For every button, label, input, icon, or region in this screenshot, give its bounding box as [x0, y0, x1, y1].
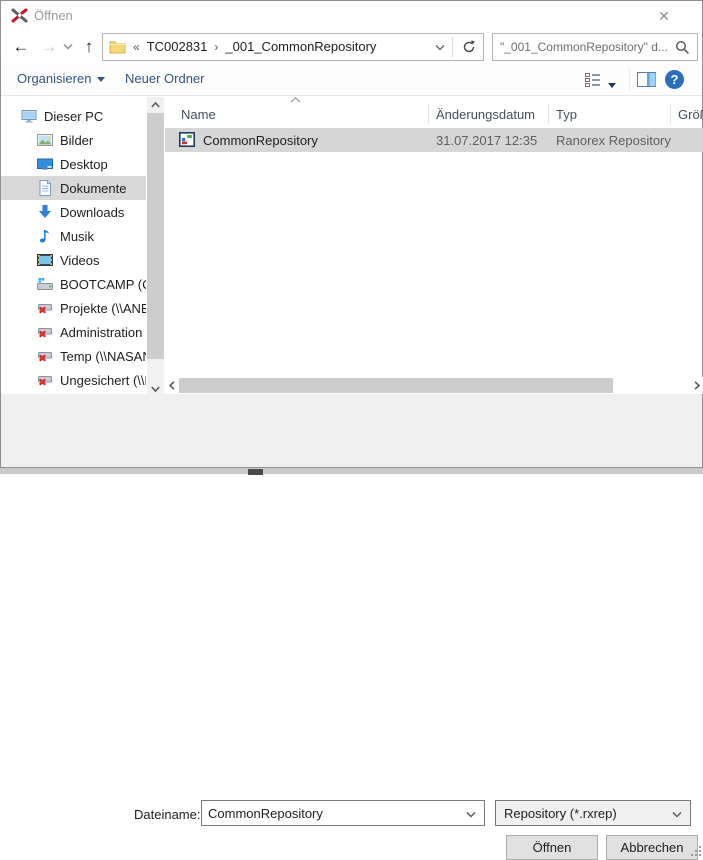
column-separator[interactable] — [670, 104, 671, 124]
sidebar-item-ungesichert[interactable]: Ungesichert (\\N — [1, 368, 146, 392]
open-file-dialog: Öffnen ✕ ← → ↑ « TC002831 › _001_CommonR… — [0, 0, 703, 467]
breadcrumb-guillemet[interactable]: « — [133, 40, 140, 54]
sidebar-item-bootcamp[interactable]: BOOTCAMP (C:) — [1, 272, 146, 296]
search-box — [492, 33, 698, 61]
sidebar-item-musik[interactable]: Musik — [1, 224, 146, 248]
title-bar: Öffnen ✕ — [1, 1, 702, 30]
network-drive-error-icon — [37, 324, 53, 340]
network-drive-error-icon — [37, 372, 53, 388]
organize-button[interactable]: Organisieren — [17, 71, 105, 86]
up-button[interactable]: ↑ — [77, 34, 101, 60]
view-mode-caret-icon[interactable] — [608, 77, 616, 92]
dialog-footer: Dateiname: Repository (*.rxrep) Öffnen A… — [1, 394, 702, 467]
column-separator[interactable] — [428, 104, 429, 124]
sidebar-item-desktop[interactable]: Desktop — [1, 152, 146, 176]
search-input[interactable] — [500, 35, 668, 59]
recent-locations-chevron-icon[interactable] — [63, 43, 73, 50]
toolbar-separator — [629, 68, 630, 91]
breadcrumb-folder2[interactable]: _001_CommonRepository — [225, 39, 376, 54]
scrollbar-thumb[interactable] — [179, 378, 613, 393]
pc-icon — [21, 108, 37, 124]
column-separator[interactable] — [548, 104, 549, 124]
sidebar-item-administration[interactable]: Administration ( — [1, 320, 146, 344]
command-toolbar: Organisieren Neuer Ordner ? — [1, 63, 702, 96]
network-drive-error-icon — [37, 348, 53, 364]
scrollbar-thumb[interactable] — [147, 113, 164, 359]
scroll-up-icon[interactable] — [147, 97, 164, 113]
file-row-commonrepository[interactable]: CommonRepository 31.07.2017 12:35 Ranore… — [165, 128, 703, 152]
sidebar-item-dieser-pc[interactable]: Dieser PC — [1, 104, 146, 128]
network-drive-error-icon — [37, 300, 53, 316]
sidebar-item-temp[interactable]: Temp (\\NASAN — [1, 344, 146, 368]
background-window-edge — [0, 467, 703, 474]
search-icon[interactable] — [675, 40, 690, 55]
sidebar-item-dokumente[interactable]: Dokumente — [1, 176, 146, 200]
breadcrumb-folder1[interactable]: TC002831 — [147, 39, 208, 54]
music-icon — [37, 228, 53, 244]
open-button[interactable]: Öffnen — [506, 835, 598, 860]
column-header-size[interactable]: Größe — [678, 101, 703, 128]
filetype-chevron-icon — [672, 811, 682, 818]
column-header-type[interactable]: Typ — [556, 101, 664, 128]
address-bar[interactable]: « TC002831 › _001_CommonRepository — [102, 33, 484, 61]
filename-input[interactable] — [208, 802, 456, 824]
column-header-modified[interactable]: Änderungsdatum — [436, 101, 541, 128]
drive-icon — [37, 276, 53, 292]
refresh-icon[interactable] — [454, 34, 483, 60]
background-scrollbar-thumb — [248, 469, 263, 475]
back-button[interactable]: ← — [9, 34, 33, 60]
sidebar-scrollbar[interactable] — [147, 97, 164, 397]
list-horizontal-scrollbar[interactable] — [165, 377, 703, 394]
window-title: Öffnen — [34, 8, 73, 23]
sidebar-item-bilder[interactable]: Bilder — [1, 128, 146, 152]
forward-button[interactable]: → — [37, 34, 61, 60]
pictures-icon — [37, 132, 53, 148]
filename-chevron-icon[interactable] — [466, 811, 476, 818]
close-icon[interactable]: ✕ — [649, 4, 679, 28]
column-header-name[interactable]: Name — [181, 101, 421, 128]
breadcrumb-separator-icon[interactable]: › — [214, 40, 218, 54]
ranorex-logo-icon — [11, 7, 28, 24]
new-folder-button[interactable]: Neuer Ordner — [125, 71, 204, 86]
filetype-dropdown[interactable]: Repository (*.rxrep) — [495, 800, 691, 826]
scroll-right-icon[interactable] — [690, 377, 703, 394]
desktop-icon — [37, 156, 53, 172]
scroll-left-icon[interactable] — [165, 377, 179, 394]
file-modified-cell: 31.07.2017 12:35 — [436, 128, 541, 152]
ranorex-repository-file-icon — [179, 132, 195, 147]
help-icon[interactable]: ? — [665, 70, 684, 89]
filename-combobox — [201, 800, 485, 826]
sidebar-item-downloads[interactable]: Downloads — [1, 200, 146, 224]
downloads-icon — [37, 204, 53, 220]
cancel-button[interactable]: Abbrechen — [606, 835, 698, 860]
address-dropdown-chevron-icon[interactable] — [435, 44, 445, 51]
folder-icon — [109, 40, 126, 54]
videos-icon — [37, 252, 53, 268]
view-mode-icon[interactable] — [585, 73, 601, 87]
filetype-value: Repository (*.rxrep) — [504, 806, 617, 821]
documents-icon — [37, 180, 53, 196]
resize-grip[interactable] — [691, 846, 701, 856]
file-name-cell: CommonRepository — [203, 128, 433, 152]
file-type-cell: Ranorex Repository — [556, 128, 676, 152]
filename-label: Dateiname: — [134, 807, 200, 822]
sidebar-item-projekte[interactable]: Projekte (\\ANEX — [1, 296, 146, 320]
preview-pane-icon[interactable] — [637, 72, 656, 87]
sidebar-item-videos[interactable]: Videos — [1, 248, 146, 272]
file-size-cell — [678, 128, 702, 152]
organize-caret-icon — [97, 77, 105, 82]
address-divider — [452, 37, 453, 57]
